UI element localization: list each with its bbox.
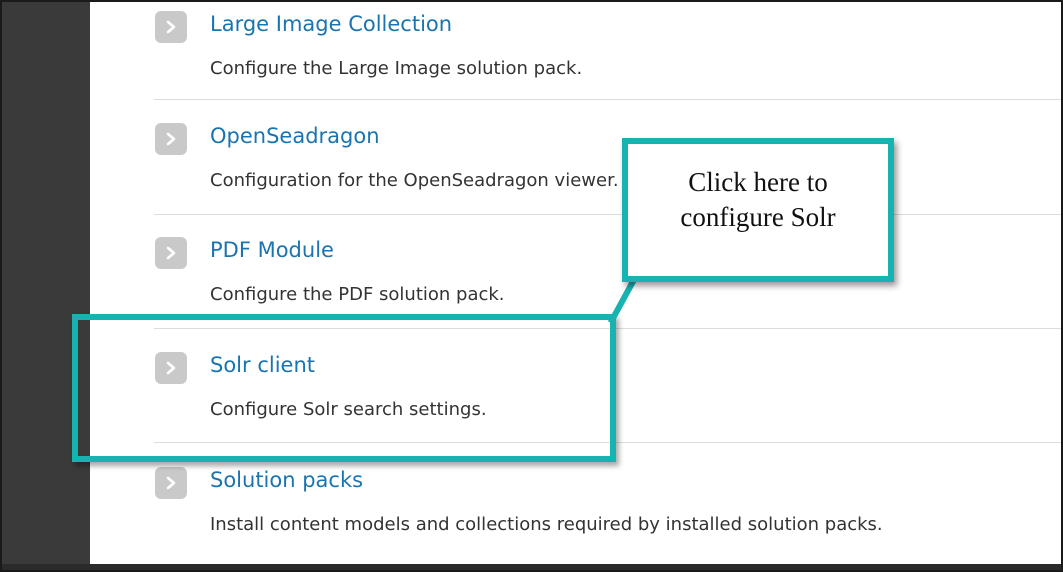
- item-description: Configure the Large Image solution pack.: [210, 58, 583, 79]
- screenshot-frame: Large Image Collection Configure the Lar…: [0, 0, 1063, 572]
- solution-packs-link[interactable]: Solution packs: [210, 467, 363, 493]
- item-description: Configuration for the OpenSeadragon view…: [210, 170, 619, 191]
- chevron-right-icon[interactable]: [155, 123, 187, 155]
- solr-client-link[interactable]: Solr client: [210, 352, 315, 378]
- chevron-right-icon[interactable]: [155, 11, 187, 43]
- chevron-right-icon[interactable]: [155, 467, 187, 499]
- large-image-collection-link[interactable]: Large Image Collection: [210, 11, 452, 37]
- list-divider: [154, 328, 1061, 329]
- callout-text: Click here to configure Solr: [680, 167, 836, 232]
- list-divider: [154, 99, 1061, 100]
- admin-config-list: Large Image Collection Configure the Lar…: [2, 2, 1061, 570]
- openseadragon-link[interactable]: OpenSeadragon: [210, 123, 380, 149]
- item-description: Install content models and collections r…: [210, 514, 883, 535]
- item-description: Configure the PDF solution pack.: [210, 284, 505, 305]
- callout-box: Click here to configure Solr: [622, 138, 894, 282]
- bottom-edge-bar: [2, 564, 1061, 570]
- chevron-right-icon[interactable]: [155, 352, 187, 384]
- chevron-right-icon[interactable]: [155, 237, 187, 269]
- list-divider: [154, 214, 1061, 215]
- pdf-module-link[interactable]: PDF Module: [210, 237, 334, 263]
- item-description: Configure Solr search settings.: [210, 399, 487, 420]
- list-divider: [154, 442, 1061, 443]
